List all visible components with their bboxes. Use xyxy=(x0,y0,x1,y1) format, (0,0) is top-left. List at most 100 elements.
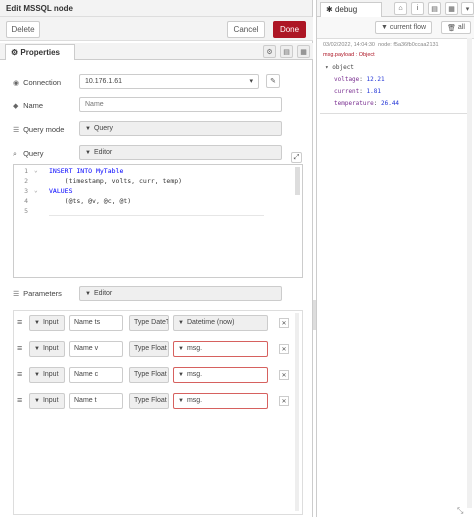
settings-tab-icon[interactable]: ⚙ xyxy=(263,45,276,58)
name-input[interactable] xyxy=(79,97,282,112)
active-line-marker xyxy=(49,215,264,216)
info-tab-icon[interactable]: i xyxy=(411,2,424,15)
pencil-icon: ✎ xyxy=(270,78,276,85)
description-tab-icon[interactable]: ▤ xyxy=(280,45,293,58)
chevron-down-icon: ▾ xyxy=(249,78,253,85)
drag-handle-icon[interactable]: ≡ xyxy=(17,317,22,327)
code-line: INSERT INTO MyTable xyxy=(49,167,124,175)
appearance-tab-icon[interactable]: ▦ xyxy=(297,45,310,58)
query-label: ⌕ Query xyxy=(13,149,44,158)
remove-param-button[interactable]: ✕ xyxy=(279,370,289,380)
param-row: ≡ ▼ Input Name t Type Float ▼ msg. ✕ xyxy=(14,391,302,413)
caret-down-icon: ▼ xyxy=(178,398,184,404)
remove-param-button[interactable]: ✕ xyxy=(279,318,289,328)
resize-icon[interactable]: ⤡ xyxy=(457,506,463,516)
line-number: 2 xyxy=(24,177,28,185)
tab-debug[interactable]: ✱ debug xyxy=(320,2,382,17)
expand-icon: ⤢ xyxy=(293,153,300,161)
param-direction-select[interactable]: ▼ Input xyxy=(29,315,65,331)
param-value-field[interactable]: ▼ msg. xyxy=(173,341,268,357)
caret-down-icon: ▾ xyxy=(325,64,329,71)
caret-down-icon: ▼ xyxy=(85,150,91,156)
param-row: ≡ ▼ Input Name c Type Float ▼ msg. ✕ xyxy=(14,365,302,387)
close-icon: ✕ xyxy=(281,320,287,327)
param-value-field[interactable]: ▼ msg. xyxy=(173,367,268,383)
edit-connection-button[interactable]: ✎ xyxy=(266,74,280,88)
caret-down-icon: ▼ xyxy=(34,320,40,326)
param-value-field[interactable]: ▼ Datetime (now) xyxy=(173,315,268,331)
tray-title: Edit MSSQL node xyxy=(0,0,312,17)
node-list-tab-icon[interactable]: ⌂ xyxy=(394,2,407,15)
clear-button[interactable]: 🗑 all xyxy=(441,21,471,34)
delete-button[interactable]: Delete xyxy=(6,21,40,38)
object-field: voltage: 12.21 xyxy=(334,76,385,83)
param-type-field[interactable]: Type Float xyxy=(129,367,169,383)
sidebar: ✱ debug ⌂ i ▤ ▦ ▾ ▼ current flow 🗑 all 0… xyxy=(316,0,474,517)
param-row: ≡ ▼ Input Name ts Type DateT ▼ Datetime (n… xyxy=(14,313,302,335)
expand-editor-button[interactable]: ⤢ xyxy=(291,152,302,163)
globe-icon: ◉ xyxy=(13,80,20,87)
filter-icon: ▼ xyxy=(380,24,388,31)
caret-down-icon: ▼ xyxy=(178,346,184,352)
object-field: current: 1.81 xyxy=(334,88,381,95)
params-scrollbar[interactable] xyxy=(295,313,299,511)
object-toggle[interactable]: ▾ object xyxy=(325,64,354,71)
fold-icon[interactable]: ⌄ xyxy=(34,187,38,194)
param-direction-select[interactable]: ▼ Input xyxy=(29,341,65,357)
tab-debug-label: debug xyxy=(334,5,358,14)
line-number: 5 xyxy=(24,207,28,215)
caret-down-icon: ▼ xyxy=(178,372,184,378)
param-row: ≡ ▼ Input Name v Type Float ▼ msg. ✕ xyxy=(14,339,302,361)
param-type-field[interactable]: Type Float xyxy=(129,341,169,357)
remove-param-button[interactable]: ✕ xyxy=(279,344,289,354)
close-icon: ✕ xyxy=(281,372,287,379)
search-icon: ⌕ xyxy=(13,151,17,158)
code-line: (@ts, @v, @c, @t) xyxy=(49,197,132,205)
caret-down-icon: ▼ xyxy=(85,291,91,297)
debug-message[interactable]: 03/02/2022, 14:04:30 node: f5a36fb0ccaa2… xyxy=(320,40,472,114)
param-type-field[interactable]: Type Float xyxy=(129,393,169,409)
line-number: 1 xyxy=(24,167,28,175)
code-line: VALUES xyxy=(49,187,73,195)
config-tab-icon[interactable]: ▦ xyxy=(445,2,458,15)
line-number: 3 xyxy=(24,187,28,195)
caret-down-icon: ▼ xyxy=(85,126,91,132)
editor-scrollbar[interactable] xyxy=(295,167,300,195)
object-field: temperature: 26.44 xyxy=(334,100,400,107)
filter-button[interactable]: ▼ current flow xyxy=(375,21,432,34)
message-meta: 03/02/2022, 14:04:30 node: f5a36fb0ccaa2… xyxy=(323,42,439,48)
tab-properties[interactable]: ⚙ Properties xyxy=(5,44,75,60)
context-data-tab-icon[interactable]: ▤ xyxy=(428,2,441,15)
remove-param-button[interactable]: ✕ xyxy=(279,396,289,406)
connection-label: ◉ Connection xyxy=(13,78,62,87)
param-direction-select[interactable]: ▼ Input xyxy=(29,393,65,409)
drag-handle-icon[interactable]: ≡ xyxy=(17,343,22,353)
drag-handle-icon[interactable]: ≡ xyxy=(17,369,22,379)
param-direction-select[interactable]: ▼ Input xyxy=(29,367,65,383)
connection-select[interactable]: 10.176.1.61 ▾ xyxy=(79,74,259,89)
caret-down-icon: ▼ xyxy=(34,346,40,352)
query-mode-select[interactable]: ▼ Query xyxy=(79,121,282,136)
param-name-field[interactable]: Name t xyxy=(69,393,123,409)
query-code-editor[interactable]: 1 2 3 4 5 ⌄ ⌄ INSERT INTO MyTable (times… xyxy=(13,164,303,278)
params-source-select[interactable]: ▼ Editor xyxy=(79,286,282,301)
cancel-button[interactable]: Cancel xyxy=(227,21,265,38)
drag-handle-icon[interactable]: ≡ xyxy=(17,395,22,405)
param-name-field[interactable]: Name c xyxy=(69,367,123,383)
debug-scrollbar[interactable] xyxy=(467,38,472,508)
query-source-select[interactable]: ▼ Editor xyxy=(79,145,282,160)
fold-icon[interactable]: ⌄ xyxy=(34,167,38,174)
param-name-field[interactable]: Name v xyxy=(69,341,123,357)
query-mode-label: ☰ Query mode xyxy=(13,125,65,134)
tag-icon: ◆ xyxy=(13,103,19,110)
done-button[interactable]: Done xyxy=(273,21,306,38)
tray-tabs: ⚙ Properties ⚙ ▤ ▦ xyxy=(0,43,313,60)
tray-toolbar: Delete Cancel Done xyxy=(0,17,313,41)
list-icon: ☰ xyxy=(13,291,20,298)
caret-down-icon: ▼ xyxy=(178,320,184,326)
chevron-down-icon[interactable]: ▾ xyxy=(461,2,474,15)
close-icon: ✕ xyxy=(281,398,287,405)
param-name-field[interactable]: Name ts xyxy=(69,315,123,331)
param-value-field[interactable]: ▼ msg. xyxy=(173,393,268,409)
param-type-field[interactable]: Type DateT xyxy=(129,315,169,331)
